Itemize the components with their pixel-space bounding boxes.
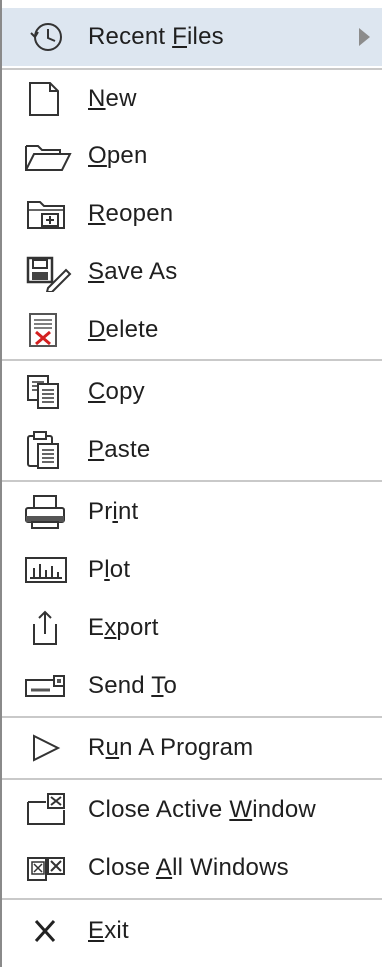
menu-item-label: Export [88,614,159,641]
menu-item-copy[interactable]: Copy [2,364,382,420]
send-mail-icon [22,664,78,708]
printer-icon [22,490,78,534]
menu-item-label: Send To [88,672,178,699]
menu-item-label: Run A Program [88,734,254,761]
exit-x-icon [22,909,78,953]
menu-item-label: Exit [88,917,129,944]
menu-item-save-as[interactable]: Save As [2,244,382,300]
menu-item-delete[interactable]: Delete [2,302,382,358]
menu-item-label: Paste [88,436,151,463]
separator [2,898,382,900]
menu-item-label: Close Active Window [88,796,316,823]
run-triangle-icon [22,726,78,770]
separator [2,68,382,70]
folder-plus-icon [22,192,78,236]
menu-item-plot[interactable]: Plot [2,542,382,598]
folder-open-icon [22,134,78,178]
separator [2,359,382,361]
menu-item-close-all-windows[interactable]: Close All Windows [2,840,382,896]
menu-item-print[interactable]: Print [2,484,382,540]
file-menu: Recent Files New Open Reopen Save As Del… [0,0,382,967]
menu-item-label: Delete [88,316,159,343]
save-as-icon [22,250,78,294]
menu-item-label: Print [88,498,139,525]
separator [2,716,382,718]
export-icon [22,606,78,650]
close-window-icon [22,788,78,832]
new-file-icon [22,77,78,121]
delete-doc-icon [22,308,78,352]
menu-item-recent-files[interactable]: Recent Files [2,8,382,66]
separator [2,480,382,482]
menu-item-label: Close All Windows [88,854,289,881]
menu-item-label: Plot [88,556,131,583]
menu-item-new[interactable]: New [2,72,382,126]
submenu-arrow-icon [359,28,370,46]
menu-item-label: Save As [88,258,178,285]
close-all-windows-icon [22,846,78,890]
menu-item-label: Recent Files [88,23,224,50]
menu-item-exit[interactable]: Exit [2,902,382,960]
copy-icon [22,370,78,414]
plot-icon [22,548,78,592]
menu-item-reopen[interactable]: Reopen [2,186,382,242]
clock-arrow-icon [22,15,78,59]
menu-item-run-program[interactable]: Run A Program [2,720,382,776]
menu-item-open[interactable]: Open [2,128,382,184]
paste-icon [22,428,78,472]
menu-item-label: New [88,85,137,112]
menu-item-paste[interactable]: Paste [2,422,382,478]
menu-item-send-to[interactable]: Send To [2,658,382,714]
menu-item-export[interactable]: Export [2,600,382,656]
menu-item-label: Reopen [88,200,174,227]
menu-item-close-active-window[interactable]: Close Active Window [2,782,382,838]
menu-item-label: Copy [88,378,145,405]
menu-item-label: Open [88,142,148,169]
separator [2,778,382,780]
